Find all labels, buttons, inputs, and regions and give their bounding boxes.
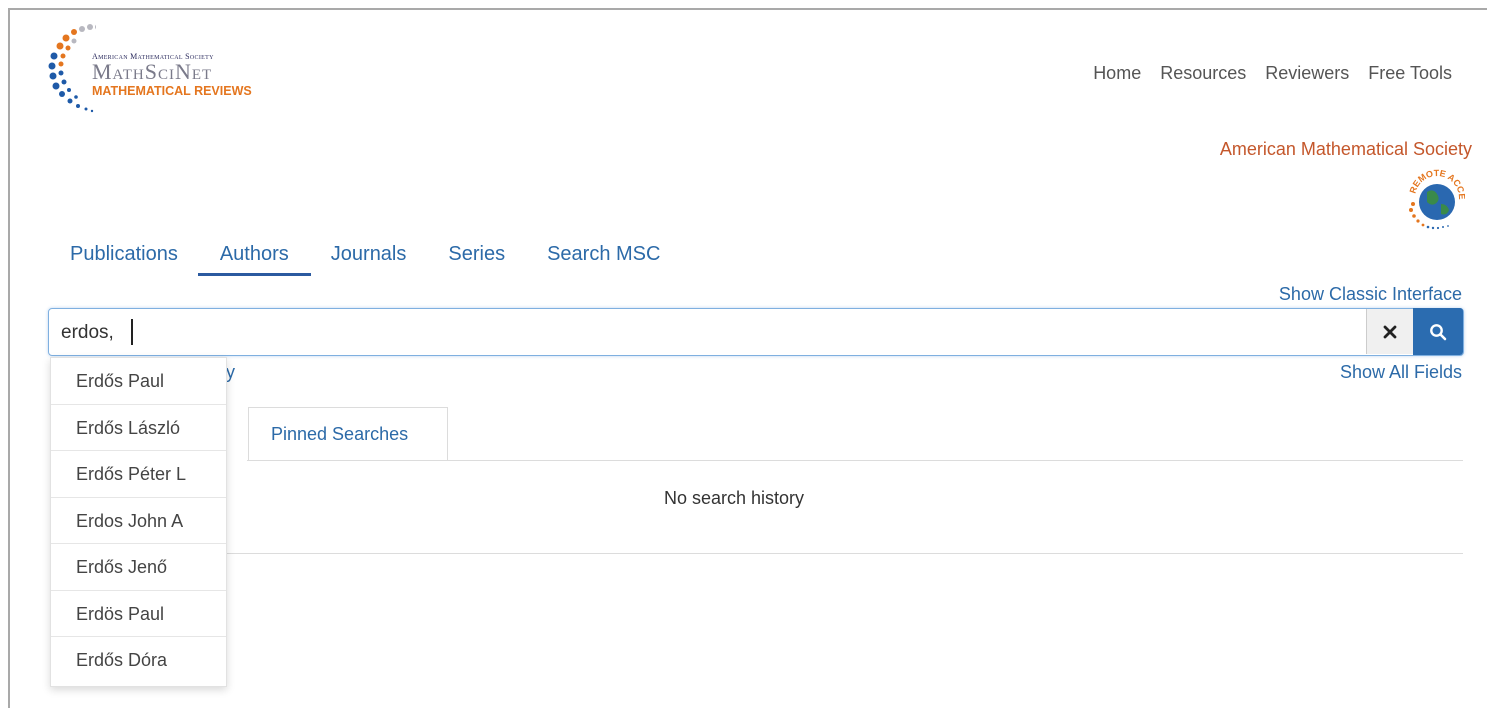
author-search-bar bbox=[48, 308, 1464, 356]
obscured-link-fragment[interactable]: y bbox=[226, 362, 235, 383]
search-button[interactable] bbox=[1413, 308, 1463, 355]
tab-authors[interactable]: Authors bbox=[197, 243, 311, 276]
search-icon bbox=[1430, 323, 1447, 340]
show-all-fields-link[interactable]: Show All Fields bbox=[1340, 362, 1462, 383]
tab-search-msc[interactable]: Search MSC bbox=[547, 243, 662, 276]
no-history-message: No search history bbox=[664, 488, 805, 508]
suggestion-item[interactable]: Erdős Jenő bbox=[51, 544, 226, 591]
clear-button[interactable] bbox=[1366, 309, 1413, 354]
search-input[interactable] bbox=[59, 309, 1363, 356]
text-cursor bbox=[131, 319, 133, 345]
close-icon bbox=[1383, 325, 1397, 338]
suggestion-item[interactable]: Erdős László bbox=[51, 405, 226, 451]
nav-free-tools[interactable]: Free Tools bbox=[1368, 63, 1452, 84]
history-bottom-divider bbox=[227, 553, 1463, 554]
subtabs-divider bbox=[247, 460, 1463, 461]
ams-link[interactable]: American Mathematical Society bbox=[1220, 139, 1472, 160]
logo-dots-icon bbox=[48, 24, 96, 113]
logo-mathscinet-text: MathSciNet bbox=[92, 59, 213, 84]
nav-home[interactable]: Home bbox=[1093, 63, 1141, 84]
tab-publications[interactable]: Publications bbox=[70, 243, 180, 276]
suggestion-item[interactable]: Erdős Péter L bbox=[51, 451, 226, 498]
nav-resources[interactable]: Resources bbox=[1160, 63, 1246, 84]
nav-reviewers[interactable]: Reviewers bbox=[1265, 63, 1349, 84]
remote-access-badge[interactable]: REMOTE ACCESS bbox=[1402, 152, 1467, 230]
show-classic-interface-link[interactable]: Show Classic Interface bbox=[1279, 284, 1462, 305]
autocomplete-dropdown: Erdős Paul Erdős László Erdős Péter L Er… bbox=[50, 357, 227, 687]
logo-mr-text: MATHEMATICAL REVIEWS bbox=[92, 84, 252, 98]
mathscinet-logo[interactable]: American Mathematical Society MathSciNet… bbox=[46, 24, 266, 120]
suggestion-item[interactable]: Erdős Paul bbox=[51, 358, 226, 405]
tab-journals[interactable]: Journals bbox=[331, 243, 409, 276]
tab-series[interactable]: Series bbox=[448, 243, 507, 276]
suggestion-item[interactable]: Erdős Dóra bbox=[51, 637, 226, 684]
suggestion-item[interactable]: Erdos John A bbox=[51, 498, 226, 544]
suggestion-item[interactable]: Erdös Paul bbox=[51, 591, 226, 637]
globe-icon: REMOTE ACCESS bbox=[1402, 152, 1467, 230]
top-nav: Home Resources Reviewers Free Tools bbox=[1093, 63, 1452, 84]
main-tabs: Publications Authors Journals Series Sea… bbox=[70, 243, 702, 276]
pinned-searches-label[interactable]: Pinned Searches bbox=[271, 424, 408, 445]
